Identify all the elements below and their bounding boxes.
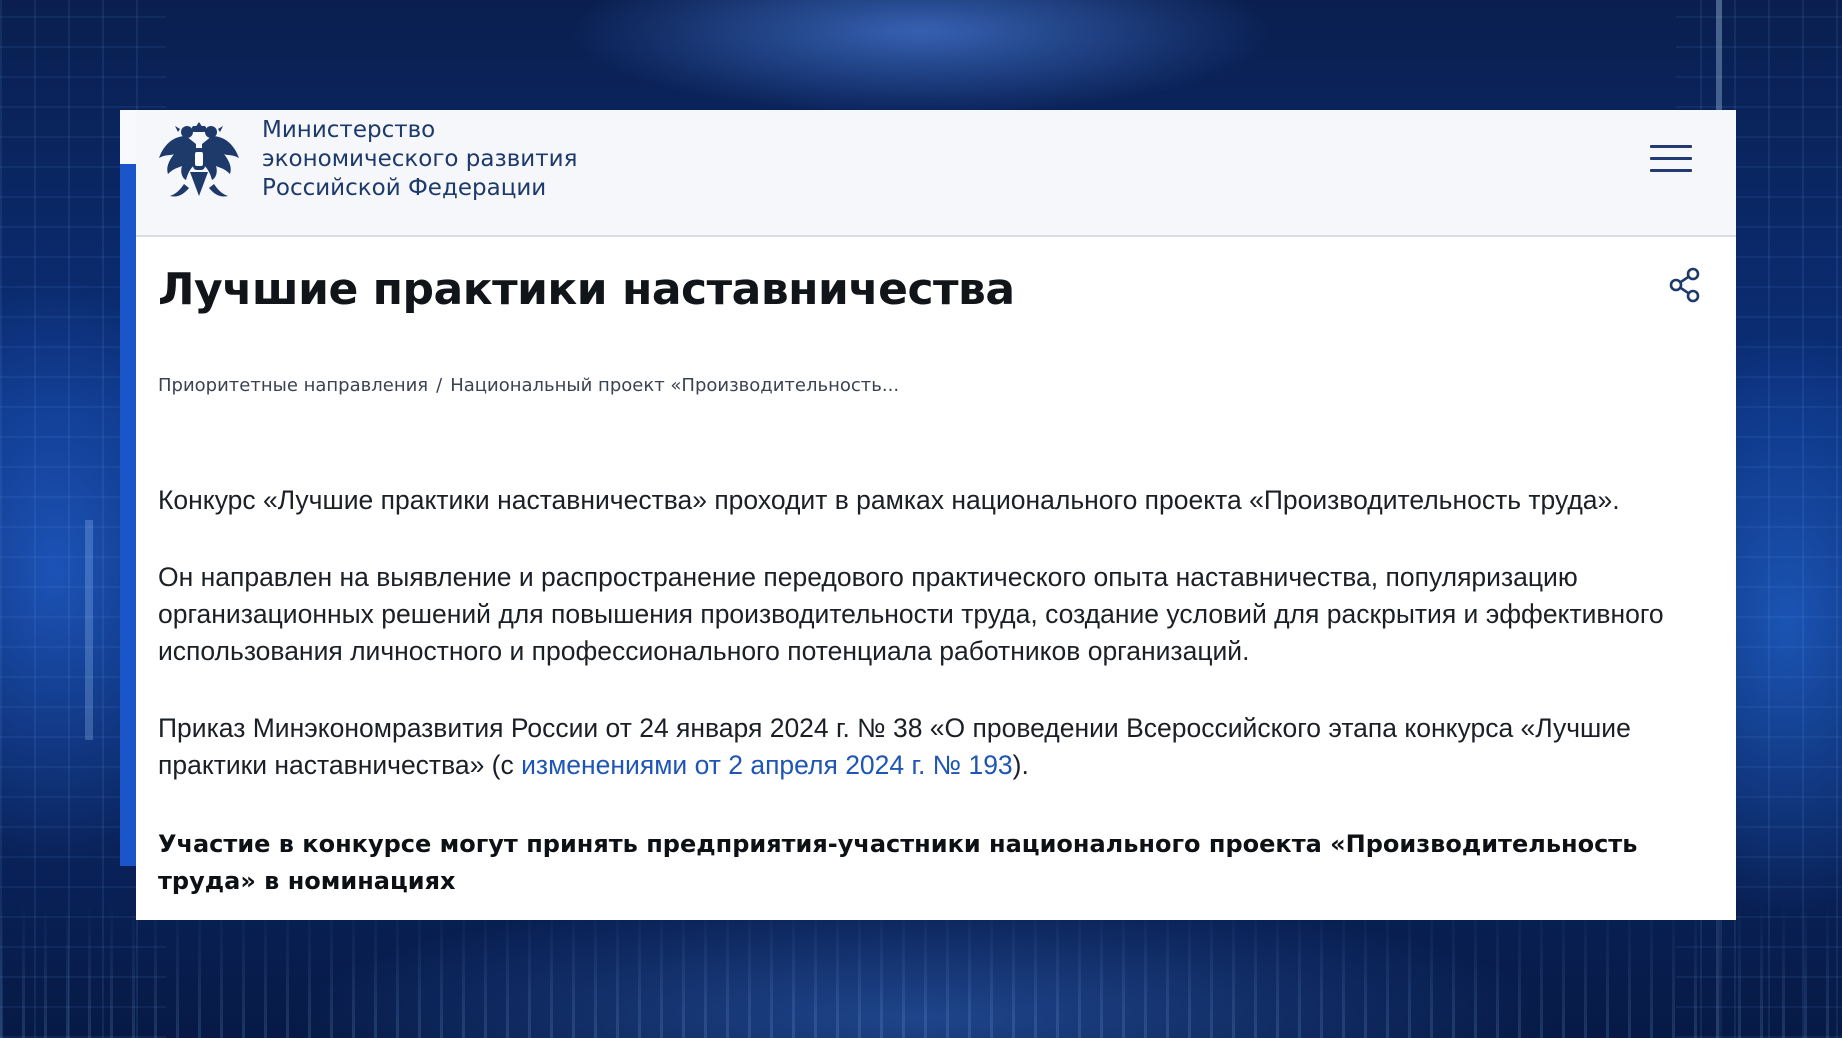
breadcrumb-item-priority-directions[interactable]: Приоритетные направления: [158, 375, 428, 396]
paragraph-intro: Конкурс «Лучшие практики наставничества»…: [158, 485, 1620, 515]
hamburger-menu-icon[interactable]: [1650, 145, 1694, 175]
eagle-emblem-icon[interactable]: [156, 114, 242, 204]
ministry-name-line-1: Министерство: [262, 117, 436, 143]
paragraph-purpose: Он направлен на выявление и распростране…: [158, 562, 1664, 666]
ministry-name-line-3: Российской Федерации: [262, 175, 547, 201]
breadcrumb-item-national-project[interactable]: Национальный проект «Производительность.…: [450, 375, 899, 396]
order-text-end: ).: [1012, 750, 1029, 780]
share-icon[interactable]: [1668, 266, 1702, 304]
background-panel-edge: [120, 164, 136, 866]
web-page: Министерство экономического развития Рос…: [136, 110, 1736, 920]
page-title: Лучшие практики наставничества: [158, 264, 1015, 315]
hamburger-line: [1650, 169, 1692, 172]
site-header: Министерство экономического развития Рос…: [136, 110, 1736, 237]
ministry-name-line-2: экономического развития: [262, 146, 578, 172]
hamburger-line: [1650, 145, 1692, 148]
hamburger-line: [1650, 157, 1692, 160]
paragraph-order: Приказ Минэкономразвития России от 24 ян…: [158, 710, 1718, 784]
breadcrumb: Приоритетные направления / Национальный пр…: [158, 374, 899, 398]
amendments-link[interactable]: изменениями от 2 апреля 2024 г. № 193: [521, 750, 1013, 780]
background-panel: [120, 110, 136, 866]
paragraph-participation: Участие в конкурсе могут принять предпри…: [158, 830, 1638, 895]
breadcrumb-separator: /: [436, 375, 443, 396]
background-streak-left: [85, 520, 93, 740]
ministry-name[interactable]: Министерство экономического развития Рос…: [262, 116, 577, 203]
article-body: Конкурс «Лучшие практики наставничества»…: [158, 482, 1718, 940]
